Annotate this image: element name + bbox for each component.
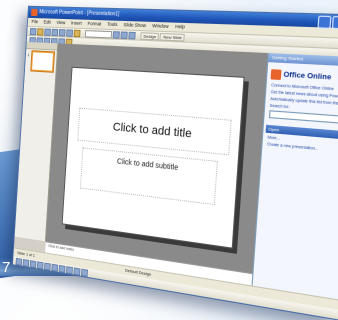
slide-number: 1	[27, 52, 30, 58]
line-icon[interactable]	[36, 260, 44, 269]
new-icon[interactable]	[29, 27, 37, 35]
menu-window[interactable]: Window	[152, 23, 169, 29]
minimize-icon[interactable]	[317, 15, 332, 29]
office-online-label: Office Online	[283, 70, 332, 82]
textbox-icon[interactable]	[66, 265, 74, 274]
oval-icon[interactable]	[58, 264, 66, 273]
design-button[interactable]: Design	[140, 31, 160, 40]
fill-color-icon[interactable]	[80, 268, 89, 277]
task-pane-header[interactable]: Getting Started	[268, 53, 338, 67]
italic-icon[interactable]	[120, 30, 128, 39]
menu-view[interactable]: View	[56, 20, 65, 25]
menu-file[interactable]: File	[31, 19, 38, 24]
autoshapes-icon[interactable]	[29, 259, 37, 268]
powerpoint-window: Microsoft PowerPoint - [Presentation1] F…	[12, 5, 338, 320]
subtitle-placeholder[interactable]: Click to add subtitle	[79, 147, 218, 206]
select-icon[interactable]	[22, 258, 30, 267]
paste-icon[interactable]	[73, 29, 81, 37]
slide-thumbnail[interactable]	[31, 51, 55, 72]
menu-help[interactable]: Help	[175, 24, 185, 30]
rectangle-icon[interactable]	[51, 263, 59, 272]
slide-canvas: Click to add title Click to add subtitle	[45, 43, 268, 274]
outline-slides-tabs[interactable]	[26, 41, 58, 51]
font-select[interactable]	[84, 29, 113, 38]
office-logo-icon	[270, 68, 282, 80]
slide: Click to add title Click to add subtitle	[61, 66, 245, 249]
search-input[interactable]	[268, 110, 338, 125]
menu-insert[interactable]: Insert	[71, 20, 82, 26]
powerpoint-icon	[30, 8, 38, 17]
cut-icon[interactable]	[58, 28, 66, 37]
open-icon[interactable]	[36, 27, 44, 36]
menu-edit[interactable]: Edit	[44, 19, 51, 24]
save-icon[interactable]	[44, 28, 51, 36]
maximize-icon[interactable]	[331, 15, 338, 30]
menu-format[interactable]: Format	[87, 21, 101, 27]
copy-icon[interactable]	[66, 28, 74, 37]
bold-icon[interactable]	[112, 30, 120, 39]
task-pane: Getting Started Office Online Connect to…	[251, 53, 338, 302]
wordart-icon[interactable]	[73, 266, 81, 276]
desktop: Microsoft PowerPoint - [Presentation1] F…	[0, 0, 338, 320]
menu-tools[interactable]: Tools	[107, 21, 118, 27]
corner-digit: 7	[2, 259, 11, 276]
draw-icon[interactable]	[15, 257, 23, 266]
arrow-icon[interactable]	[44, 261, 51, 271]
menu-slide-show[interactable]: Slide Show	[123, 22, 146, 28]
underline-icon[interactable]	[128, 31, 136, 39]
print-icon[interactable]	[51, 28, 59, 36]
window-title: Microsoft PowerPoint - [Presentation1]	[39, 9, 120, 18]
new-slide-button[interactable]: New Slide	[159, 32, 186, 42]
